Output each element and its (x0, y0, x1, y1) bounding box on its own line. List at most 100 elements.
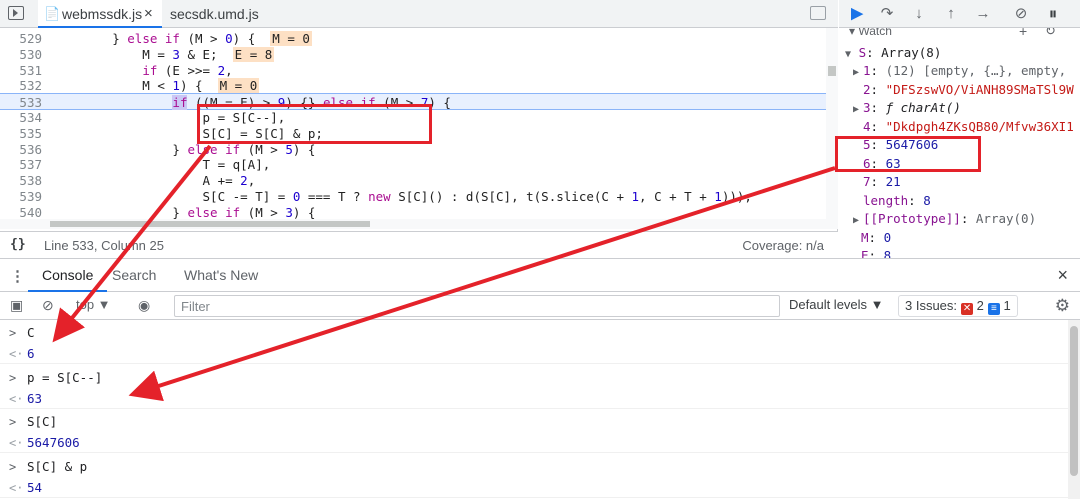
scope-item[interactable]: ▶ [[Prototype]]: Array(0) (853, 210, 1036, 228)
expand-icon[interactable]: ▶ (853, 101, 863, 119)
line-number[interactable]: 538 (0, 172, 42, 189)
code-text: } else if (M > 3) { (52, 204, 316, 219)
coverage-status: Coverage: n/a (742, 238, 824, 253)
tab-whats-new[interactable]: What's New (184, 259, 258, 292)
code-line[interactable]: 529 } else if (M > 0) { M = 0 (0, 30, 826, 47)
filter-input[interactable] (174, 295, 780, 317)
code-line[interactable]: 532 M < 1) { M = 0 (0, 77, 826, 94)
code-line[interactable]: 539 S[C -= T] = 0 === T ? new S[C]() : d… (0, 188, 826, 205)
issues-info-count: 1 (1003, 298, 1011, 313)
console-toolbar: ▣ ⊘ top ▼ ◉ Default levels ▼ 3 Issues:✕ … (0, 292, 1080, 320)
issues-label: 3 Issues: (905, 298, 958, 313)
line-number[interactable]: 529 (0, 30, 42, 47)
sidebar-toggle-icon[interactable]: ▣ (10, 297, 23, 314)
log-levels-dropdown[interactable]: Default levels ▼ (789, 297, 884, 312)
line-number[interactable]: 531 (0, 62, 42, 79)
issues-error-count: 2 (976, 298, 984, 313)
watch-section-header[interactable]: ▾ Watch + ↻ (839, 28, 1080, 42)
debugger-toolbar: ▶ ↷ ↓ ↑ → ⊘ ⏸ (839, 0, 1080, 28)
tab-label: webmssdk.js (62, 6, 143, 22)
scope-item[interactable]: M: 0 (851, 229, 891, 247)
line-number[interactable]: 536 (0, 141, 42, 158)
prop-value: 21 (885, 174, 901, 189)
code-text: T = q[A], (52, 157, 271, 173)
scroll-thumb[interactable] (1070, 326, 1078, 476)
expand-icon[interactable]: ▶ (853, 64, 863, 82)
prop-value: "DFSzswVO/ViANH89SMaTSl9W (885, 81, 1074, 97)
editor-vertical-scrollbar[interactable] (826, 28, 838, 219)
resume-icon[interactable]: ▶ (847, 4, 867, 24)
prop-key: 1 (863, 63, 871, 78)
deactivate-breakpoints-icon[interactable]: ⊘ (1011, 4, 1031, 24)
code-text: M < 1) { M = 0 (52, 78, 260, 94)
scope-item[interactable]: 4: "Dkdpgh4ZKsQB80/Mfvw36XI1 (853, 118, 1074, 136)
code-line[interactable]: 530 M = 3 & E; E = 8 (0, 46, 826, 63)
line-number[interactable]: 530 (0, 46, 42, 63)
pretty-print-icon[interactable]: {} (10, 237, 26, 252)
line-number[interactable]: 535 (0, 125, 42, 142)
editor-horizontal-scrollbar[interactable] (0, 219, 838, 229)
input-prompt-icon: > (9, 370, 17, 385)
scroll-thumb[interactable] (828, 66, 836, 76)
debugger-toggle-icon[interactable] (810, 6, 826, 20)
annotation-box-code (197, 104, 432, 144)
console-input: C (27, 325, 35, 340)
step-icon[interactable]: → (973, 4, 993, 24)
line-number[interactable]: 537 (0, 156, 42, 173)
line-number[interactable]: 539 (0, 188, 42, 205)
annotation-box-scope (835, 136, 981, 172)
scope-item[interactable]: ▶ 1: (12) [empty, {…}, empty, (853, 62, 1066, 80)
step-over-icon[interactable]: ↷ (877, 4, 897, 24)
tab-secsdk[interactable]: secsdk.umd.js (170, 0, 280, 28)
scope-item[interactable]: length: 8 (853, 192, 931, 210)
console-output[interactable]: > C <· 6 > p = S[C--] <· 63 > S[C] <· 5647606 > S[C] … (0, 320, 1068, 499)
console-scrollbar[interactable] (1068, 320, 1080, 499)
code-line[interactable]: 538 A += 2, (0, 172, 826, 189)
editor-tabbar: 📄 webmssdk.js × secsdk.umd.js (0, 0, 838, 28)
tab-label: secsdk.umd.js (170, 6, 259, 22)
console-input: S[C] & p (27, 458, 88, 474)
add-watch-icon[interactable]: + (1019, 28, 1027, 39)
code-line[interactable]: 531 if (E >>= 2, (0, 62, 826, 79)
scope-item[interactable]: E: 8 (851, 247, 891, 258)
prop-key: 4 (863, 118, 871, 134)
debugger-sidebar: ▶ ↷ ↓ ↑ → ⊘ ⏸ ▾ Watch + ↻ ▼ S: Array(8) ▶… (839, 0, 1080, 258)
tab-console[interactable]: Console (28, 259, 108, 292)
tab-search[interactable]: Search (112, 259, 156, 292)
var-name: S (858, 45, 867, 60)
pause-on-exceptions-icon[interactable]: ⏸ (1043, 4, 1063, 24)
prop-key: 7 (863, 174, 871, 189)
line-number[interactable]: 532 (0, 77, 42, 94)
drawer-menu-icon[interactable]: ⋮ (10, 267, 25, 285)
scroll-thumb[interactable] (50, 221, 370, 227)
line-number[interactable]: 534 (0, 109, 42, 126)
scope-root[interactable]: ▼ S: Array(8) (845, 44, 941, 62)
close-drawer-icon[interactable]: × (1057, 265, 1068, 286)
console-entry: > S[C] <· 5647606 (0, 409, 1068, 453)
step-into-icon[interactable]: ↓ (909, 4, 929, 24)
clear-console-icon[interactable]: ⊘ (42, 297, 54, 314)
code-line[interactable]: 537 T = q[A], (0, 156, 826, 173)
console-entry: > S[C] & p <· 54 (0, 454, 1068, 498)
code-line[interactable]: 540 } else if (M > 3) { (0, 204, 826, 219)
close-tab-icon[interactable]: × (144, 0, 153, 28)
scope-item[interactable]: 7: 21 (853, 173, 901, 191)
expand-icon[interactable]: ▶ (853, 212, 863, 230)
issues-button[interactable]: 3 Issues: ✕ 2 ≡ 1 (898, 295, 1018, 317)
line-number[interactable]: 540 (0, 204, 42, 219)
scope-item[interactable]: ▶ 3: ƒ charAt() (853, 99, 961, 117)
scope-item[interactable]: 2: "DFSzswVO/ViANH89SMaTSl9W (853, 81, 1074, 99)
collapse-icon[interactable]: ▼ (845, 49, 851, 60)
context-selector[interactable]: top ▼ (76, 297, 111, 312)
step-out-icon[interactable]: ↑ (941, 4, 961, 24)
refresh-icon[interactable]: ↻ (1045, 28, 1056, 39)
prop-value: 0 (883, 229, 892, 245)
code-text: if (E >>= 2, (142, 62, 233, 78)
navigator-toggle-icon[interactable] (8, 6, 24, 20)
input-prompt-icon: > (9, 459, 17, 474)
input-prompt-icon: > (9, 326, 17, 340)
tab-webmssdk[interactable]: 📄 webmssdk.js × (38, 0, 162, 28)
eye-icon[interactable]: ◉ (138, 297, 150, 314)
console-settings-icon[interactable]: ⚙ (1055, 296, 1070, 316)
file-icon: 📄 (44, 6, 61, 21)
